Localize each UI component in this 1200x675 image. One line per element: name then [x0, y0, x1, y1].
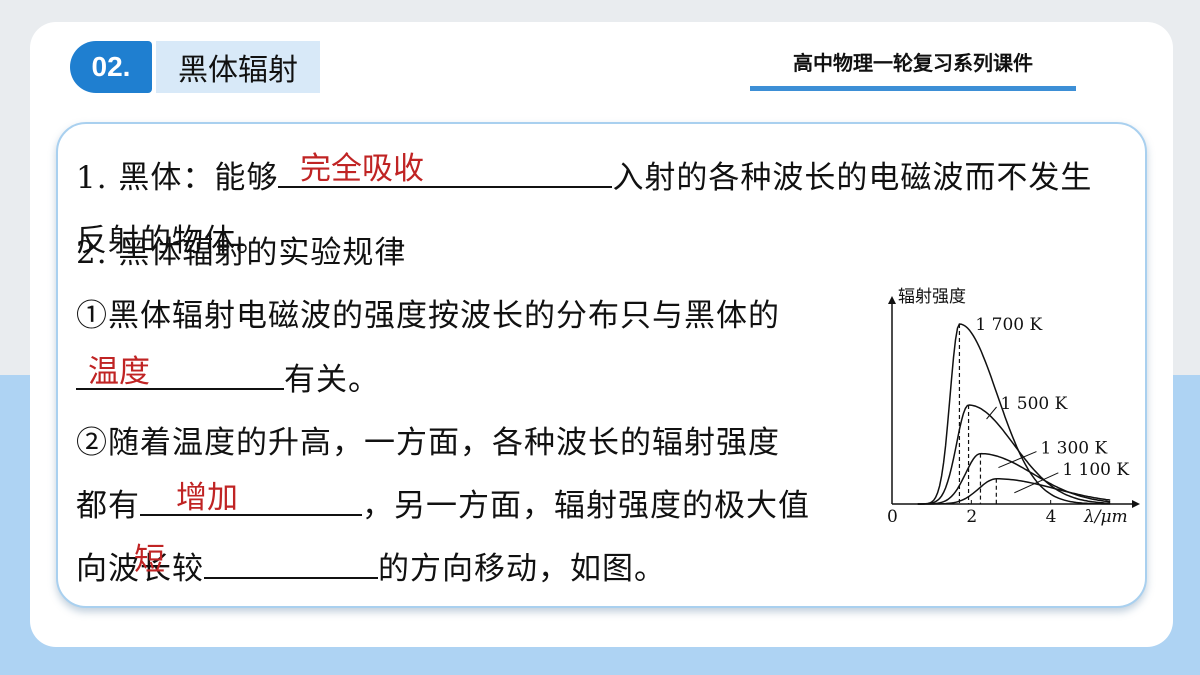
rule-1-text: ①黑体辐射电磁波的强度按波长的分布只与黑体的 — [76, 298, 780, 334]
series-underline — [750, 86, 1076, 91]
rule-heading: 2. 黑体辐射的实验规律 — [76, 235, 407, 271]
y-axis-arrow — [888, 296, 896, 304]
y-axis-label: 辐射强度 — [898, 287, 966, 307]
definition-line: 1. 黑体：能够 入射的各种波长的电磁波而不发生 — [76, 152, 1092, 197]
x-tick-label: 4 — [1046, 507, 1057, 527]
rule-2-final-suffix: 的方向移动，如图。 — [378, 551, 666, 587]
blackbody-radiation-chart: 辐射强度 λ/μm 0 2 4 1 700 K 1 500 K 1 300 K1 100 K — [887, 287, 1140, 527]
answer-2: 温度 — [88, 354, 150, 390]
x-tick-label: 2 — [966, 507, 977, 527]
answer-blank-3[interactable] — [140, 484, 362, 516]
series-label: 1 300 K — [1040, 439, 1107, 459]
answer-1: 完全吸收 — [300, 151, 424, 187]
x-axis-label: λ/μm — [1083, 507, 1128, 527]
section-title: 黑体辐射 — [156, 41, 320, 93]
series-label: 1 500 K — [1001, 394, 1068, 414]
x-axis-arrow — [1132, 500, 1140, 508]
x-tick-label: 0 — [887, 507, 898, 527]
definition-prefix: 1. 黑体：能够 — [76, 160, 279, 196]
series-label: 1 100 K — [1062, 460, 1129, 480]
definition-suffix: 入射的各种波长的电磁波而不发生 — [612, 160, 1093, 196]
answer-blank-4[interactable] — [204, 547, 378, 579]
rule-2-prefix: 都有 — [76, 488, 140, 524]
answer-4: 短 — [134, 542, 165, 578]
rule-1-suffix: 有关。 — [284, 362, 380, 398]
answer-3: 增加 — [176, 480, 238, 516]
series-label: 1 700 K — [975, 315, 1042, 335]
section-number-badge: 02. — [70, 41, 152, 93]
rule-2-suffix: ，另一方面，辐射强度的极大值 — [362, 488, 810, 524]
series-title: 高中物理一轮复习系列课件 — [793, 51, 1033, 75]
rule-2-text: ②随着温度的升高，一方面，各种波长的辐射强度 — [76, 425, 780, 461]
